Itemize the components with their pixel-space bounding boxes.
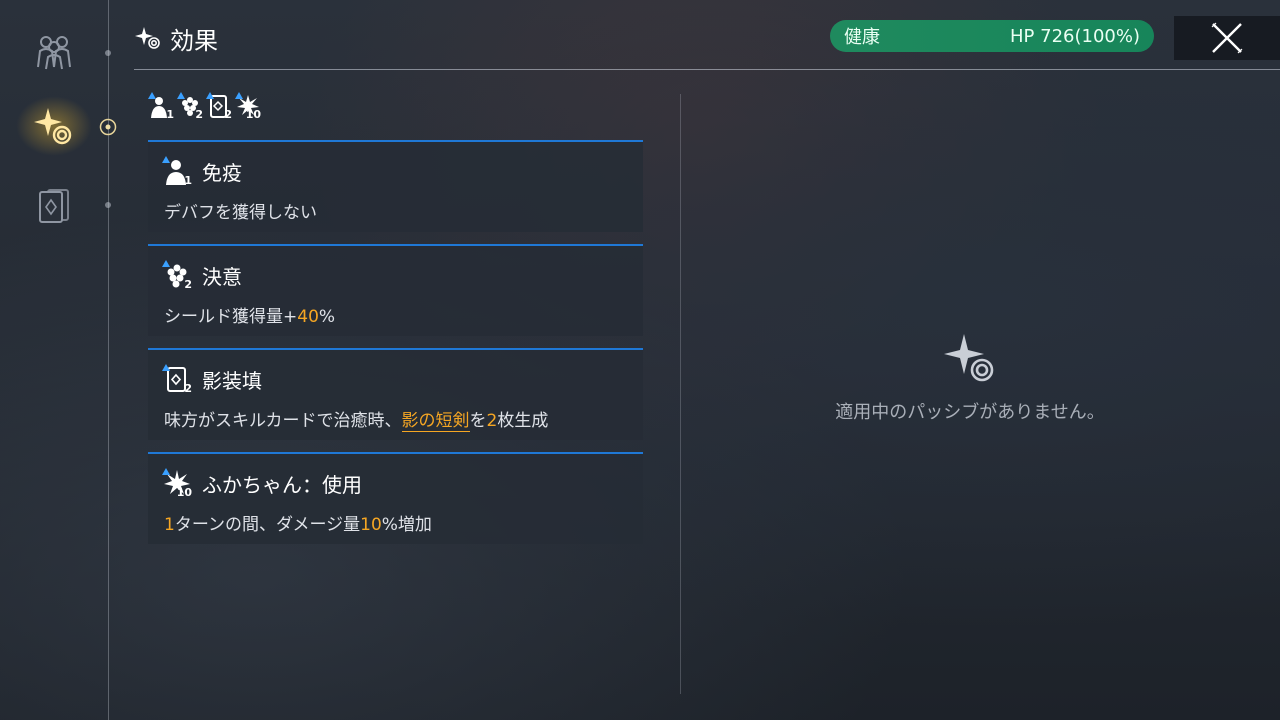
effects-title-icon [135, 27, 160, 49]
party-icon [37, 36, 71, 70]
panel-divider [680, 94, 681, 694]
effect-card-immunity[interactable]: 1 免疫 デバフを獲得しない [148, 140, 643, 232]
tab-dot [105, 50, 111, 56]
shadow-card-icon: 2 [162, 364, 192, 394]
hp-value: HP 726(100%) [1010, 25, 1140, 47]
page-title-text: 効果 [170, 26, 218, 55]
active-tab-marker-icon [99, 118, 117, 136]
effect-description: 1ターンの間、ダメージ量10%増加 [164, 515, 432, 535]
passive-empty-state: 適用中のパッシブがありません。 [700, 330, 1240, 424]
header-divider [134, 69, 1280, 70]
tab-cards[interactable] [16, 176, 92, 236]
close-icon [1211, 22, 1243, 54]
effect-summary-icons: 1 2 2 10 [148, 92, 261, 120]
effect-name: 免疫 [202, 160, 242, 185]
effect-card-resolve[interactable]: 2 決意 シールド獲得量+40% [148, 244, 643, 336]
passive-sparkle-icon [944, 334, 994, 382]
immunity-icon: 1 [148, 92, 174, 120]
tab-effects[interactable] [16, 96, 92, 156]
burst-icon: 10 [162, 468, 192, 498]
shadow-card-icon: 2 [206, 92, 232, 120]
close-button[interactable] [1174, 16, 1280, 60]
effect-description: デバフを獲得しない [164, 203, 317, 223]
resolve-icon: 2 [177, 92, 203, 120]
effect-description: 味方がスキルカードで治癒時、影の短剣を2枚生成 [164, 411, 549, 432]
effect-card-shadow-load[interactable]: 2 影装填 味方がスキルカードで治癒時、影の短剣を2枚生成 [148, 348, 643, 440]
burst-icon: 10 [235, 92, 261, 120]
hp-status-label: 健康 [844, 27, 880, 48]
resolve-icon: 2 [162, 260, 192, 290]
sidebar [0, 0, 117, 720]
page-title: 効果 [134, 22, 218, 55]
cards-icon [39, 189, 69, 223]
hp-status-bar: 健康 HP 726(100%) [830, 20, 1154, 52]
sidebar-divider [108, 0, 109, 720]
effect-name: 影装填 [202, 368, 262, 393]
shadow-dagger-link[interactable]: 影の短剣 [401, 411, 470, 432]
effect-card-fuka-use[interactable]: 10 ふかちゃん：使用 1ターンの間、ダメージ量10%増加 [148, 452, 643, 544]
tab-party[interactable] [16, 22, 92, 82]
tab-dot [105, 202, 111, 208]
immunity-icon: 1 [162, 156, 192, 186]
effect-description: シールド獲得量+40% [164, 307, 336, 327]
passive-empty-text: 適用中のパッシブがありません。 [835, 402, 1105, 423]
effect-name: ふかちゃん：使用 [202, 472, 362, 497]
effects-sparkle-icon [34, 108, 72, 145]
effect-name: 決意 [202, 264, 242, 289]
